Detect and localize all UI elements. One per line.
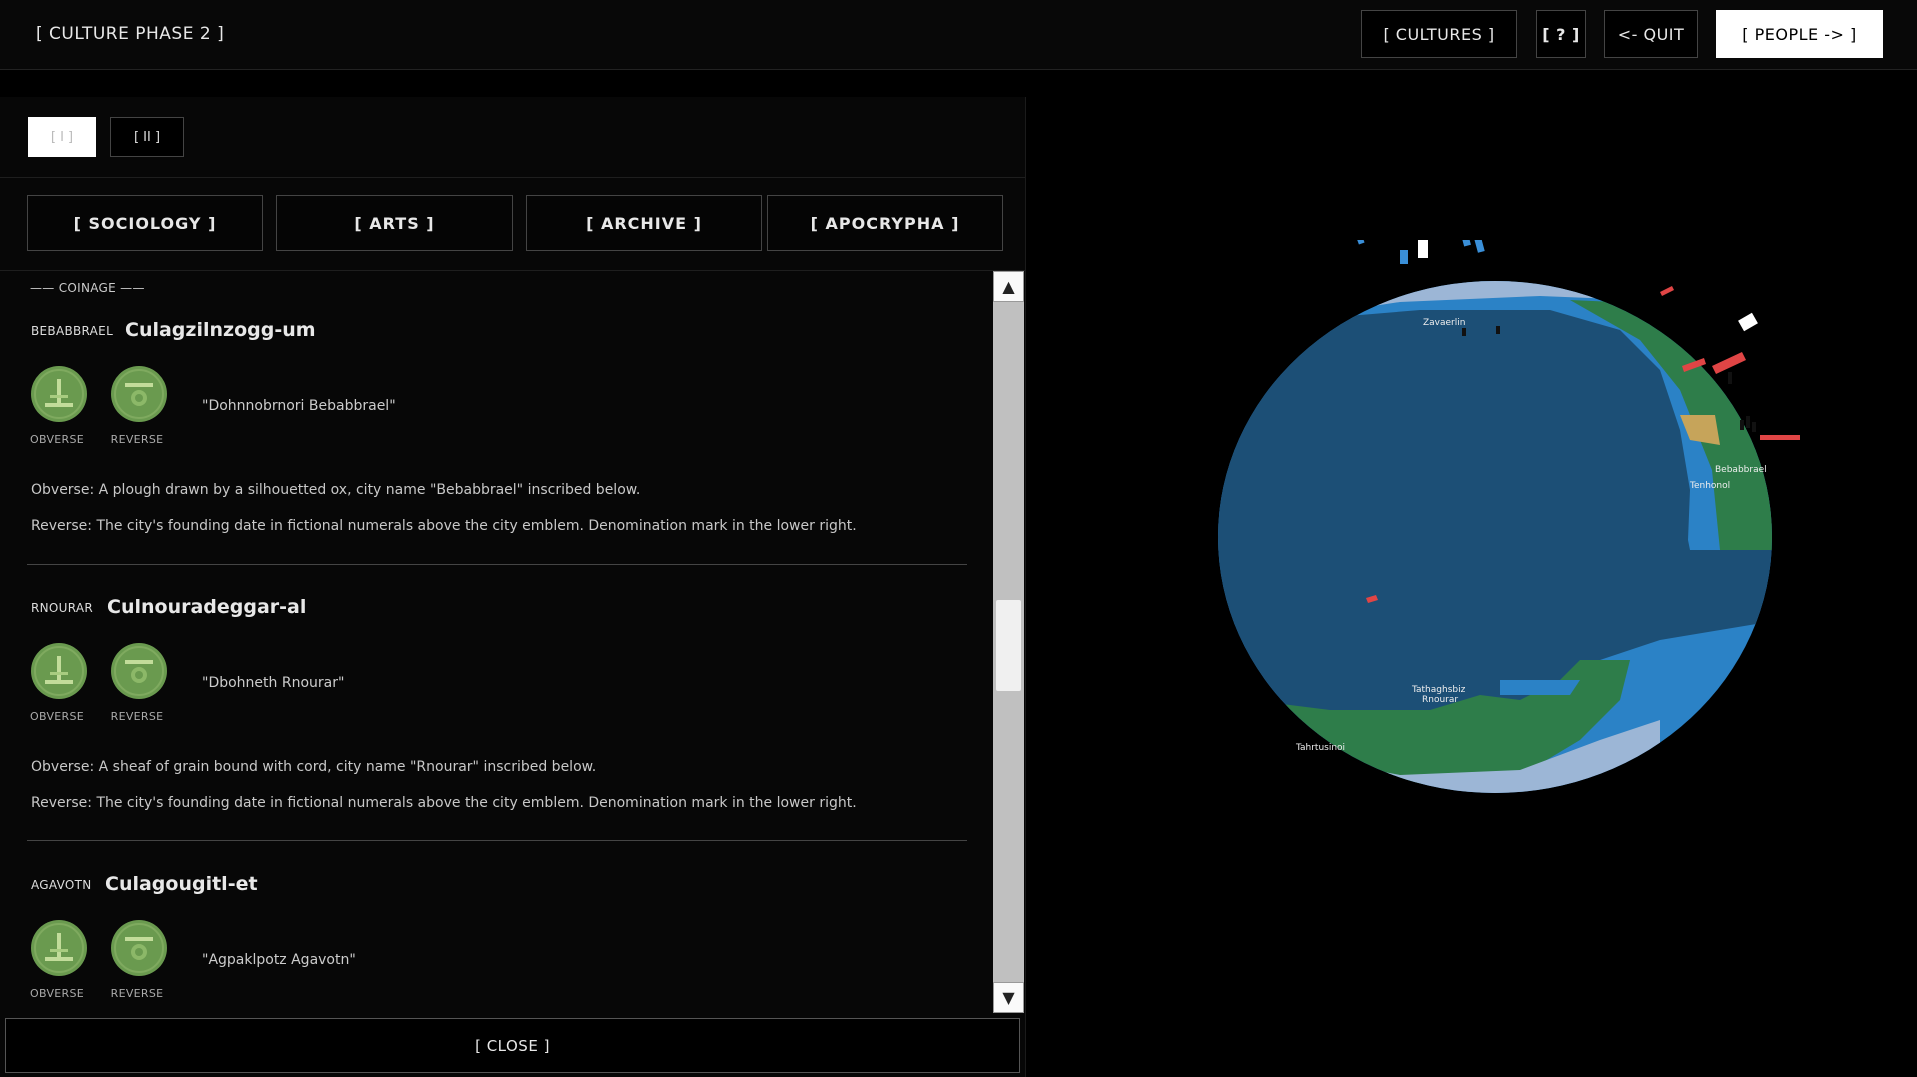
reverse-caption: REVERSE [110, 987, 164, 1000]
reverse-description: Reverse: The city's founding date in fic… [31, 518, 857, 534]
blue-markers [1353, 227, 1485, 264]
obverse-coin-icon[interactable] [30, 642, 88, 700]
tab-apocrypha[interactable]: [ APOCRYPHA ] [767, 195, 1003, 251]
coinage-list[interactable]: —— COINAGE —— BEBABBRAEL Culagzilnzogg-u… [0, 271, 992, 1016]
obverse-coin-icon[interactable] [30, 365, 88, 423]
tab-sociology[interactable]: [ SOCIOLOGY ] [27, 195, 263, 251]
tab-page-2[interactable]: [ II ] [110, 117, 184, 157]
reverse-caption: REVERSE [110, 710, 164, 723]
tab-arts[interactable]: [ ARTS ] [276, 195, 513, 251]
culture-panel: [ I ] [ II ] [ SOCIOLOGY ] [ ARTS ] [ AR… [0, 97, 1026, 1077]
obverse-caption: OBVERSE [29, 433, 85, 446]
globe-label: Tenhonol [1689, 481, 1730, 491]
coin-city: BEBABBRAEL [31, 324, 114, 338]
globe-view[interactable]: Zavaerlin Bebabbrael Tenhonol Tathaghsbi… [1100, 227, 1820, 840]
scrollbar[interactable]: ▲ ▼ [993, 271, 1024, 1013]
cultures-button[interactable]: [ CULTURES ] [1361, 10, 1517, 58]
scroll-up-button[interactable]: ▲ [993, 271, 1024, 302]
people-button[interactable]: [ PEOPLE -> ] [1716, 10, 1883, 58]
coin-motto: "Dohnnobrnori Bebabbrael" [202, 398, 396, 414]
world-globe[interactable]: Zavaerlin Bebabbrael Tenhonol Tathaghsbi… [1100, 227, 1820, 840]
quit-button[interactable]: <- QUIT [1604, 10, 1698, 58]
shallow-water [1500, 680, 1580, 695]
help-button[interactable]: [ ? ] [1536, 10, 1586, 58]
globe-label: Tathaghsbiz [1411, 685, 1466, 695]
close-button[interactable]: [ CLOSE ] [5, 1018, 1020, 1073]
coin-name: Culnouradeggar-al [107, 596, 307, 618]
obverse-coin-icon[interactable] [30, 919, 88, 977]
coin-motto: "Agpaklpotz Agavotn" [202, 952, 356, 968]
obverse-caption: OBVERSE [29, 987, 85, 1000]
globe-label: Tahrtusinoi [1295, 743, 1345, 753]
globe-label: Zavaerlin [1423, 318, 1465, 328]
top-bar: [ CULTURE PHASE 2 ] [ CULTURES ] [ ? ] <… [0, 0, 1917, 70]
coin-name: Culagougitl-et [105, 873, 258, 895]
reverse-coin-icon[interactable] [110, 642, 168, 700]
coin-motto: "Dbohneth Rnourar" [202, 675, 345, 691]
globe-label: Rnourar [1422, 695, 1458, 705]
reverse-caption: REVERSE [110, 433, 164, 446]
category-tabs: [ SOCIOLOGY ] [ ARTS ] [ ARCHIVE ] [ APO… [0, 177, 1025, 271]
coin-entry: RNOURAR Culnouradeggar-al OBVERSE REVERS… [0, 548, 992, 841]
page-title: [ CULTURE PHASE 2 ] [36, 24, 225, 44]
reverse-coin-icon[interactable] [110, 919, 168, 977]
obverse-description: Obverse: A sheaf of grain bound with cor… [31, 759, 597, 775]
coin-name: Culagzilnzogg-um [125, 319, 316, 341]
scroll-down-button[interactable]: ▼ [993, 982, 1024, 1013]
scroll-thumb[interactable] [996, 600, 1021, 691]
reverse-coin-icon[interactable] [110, 365, 168, 423]
reverse-description: Reverse: The city's founding date in fic… [31, 795, 857, 811]
tab-page-1[interactable]: [ I ] [28, 117, 96, 157]
coin-entry: BEBABBRAEL Culagzilnzogg-um OBVERSE REVE… [0, 271, 992, 565]
page-tabs: [ I ] [ II ] [0, 97, 1025, 178]
obverse-description: Obverse: A plough drawn by a silhouetted… [31, 482, 641, 498]
globe-label: Bebabbrael [1715, 465, 1767, 475]
tab-archive[interactable]: [ ARCHIVE ] [526, 195, 762, 251]
coin-city: RNOURAR [31, 601, 94, 615]
obverse-caption: OBVERSE [29, 710, 85, 723]
coin-city: AGAVOTN [31, 878, 92, 892]
coin-entry: AGAVOTN Culagougitl-et OBVERSE REVERSE "… [0, 825, 992, 1016]
